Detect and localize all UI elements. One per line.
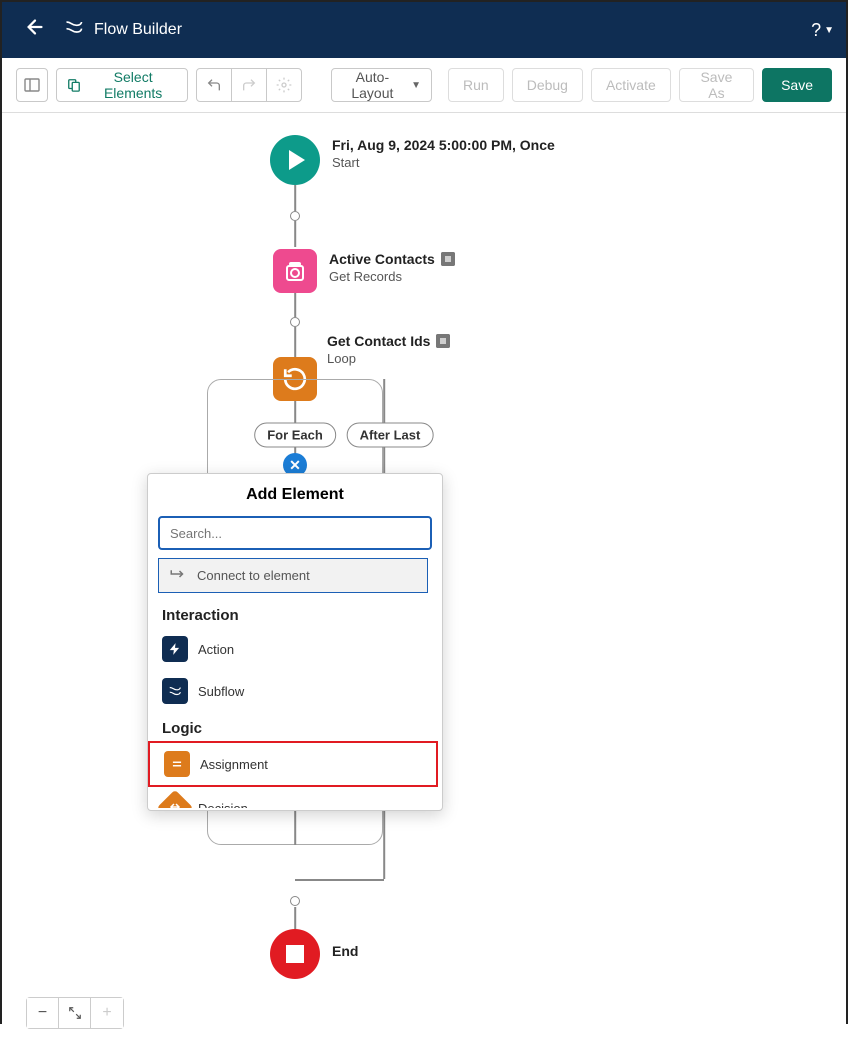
flow-logo-icon xyxy=(64,17,84,43)
category-interaction: Interaction xyxy=(148,599,438,628)
redo-icon xyxy=(241,77,257,93)
loop-title: Get Contact Ids xyxy=(327,333,430,349)
settings-button[interactable] xyxy=(266,68,302,102)
end-node-title: End xyxy=(332,943,358,959)
detail-icon[interactable] xyxy=(441,252,455,266)
chevron-down-icon: ▼ xyxy=(411,80,421,91)
save-button[interactable]: Save xyxy=(762,68,832,102)
assignment-icon xyxy=(164,751,190,777)
start-node-title: Fri, Aug 9, 2024 5:00:00 PM, Once xyxy=(332,137,555,153)
arrow-right-icon xyxy=(169,567,187,584)
copy-icon xyxy=(67,77,81,93)
popover-title: Add Element xyxy=(148,486,442,504)
gear-icon xyxy=(276,77,292,93)
flow-canvas[interactable]: Fri, Aug 9, 2024 5:00:00 PM, Once Start … xyxy=(2,113,846,1053)
connector-dot[interactable] xyxy=(290,317,300,327)
help-button[interactable]: ? ▼ xyxy=(811,20,834,41)
element-assignment[interactable]: Assignment xyxy=(148,741,438,787)
connector-dot[interactable] xyxy=(290,896,300,906)
chevron-down-icon: ▼ xyxy=(824,25,834,36)
redo-button[interactable] xyxy=(231,68,267,102)
detail-icon[interactable] xyxy=(436,334,450,348)
activate-button[interactable]: Activate xyxy=(591,68,671,102)
debug-button[interactable]: Debug xyxy=(512,68,583,102)
toggle-panel-button[interactable] xyxy=(16,68,48,102)
connector-dot[interactable] xyxy=(290,211,300,221)
run-button[interactable]: Run xyxy=(448,68,504,102)
auto-layout-dropdown[interactable]: Auto-Layout ▼ xyxy=(331,68,432,102)
fit-icon xyxy=(68,1006,82,1020)
start-node-subtitle: Start xyxy=(332,155,555,170)
get-records-subtitle: Get Records xyxy=(329,269,455,284)
panel-icon xyxy=(24,77,40,93)
decision-icon xyxy=(157,790,194,808)
undo-icon xyxy=(206,77,222,93)
app-logo: Flow Builder xyxy=(64,17,182,43)
for-each-pill[interactable]: For Each xyxy=(254,423,336,448)
element-decision[interactable]: Decision xyxy=(148,787,438,808)
undo-button[interactable] xyxy=(196,68,232,102)
end-node-icon[interactable] xyxy=(270,929,320,979)
app-title: Flow Builder xyxy=(94,21,182,39)
zoom-controls: − + xyxy=(26,997,124,1029)
element-subflow[interactable]: Subflow xyxy=(148,670,438,712)
action-icon xyxy=(162,636,188,662)
connect-to-element-item[interactable]: Connect to element xyxy=(158,558,428,593)
save-as-button[interactable]: Save As xyxy=(679,68,754,102)
loop-subtitle: Loop xyxy=(327,351,450,366)
element-action[interactable]: Action xyxy=(148,628,438,670)
start-node-icon[interactable] xyxy=(270,135,320,185)
search-input[interactable] xyxy=(158,516,432,550)
category-logic: Logic xyxy=(148,712,438,741)
select-elements-button[interactable]: Select Elements xyxy=(56,68,188,102)
add-element-popover: Add Element Connect to element Interacti… xyxy=(147,473,443,811)
get-records-node-icon[interactable] xyxy=(273,249,317,293)
subflow-icon xyxy=(162,678,188,704)
get-records-title: Active Contacts xyxy=(329,251,435,267)
after-last-pill[interactable]: After Last xyxy=(347,423,434,448)
back-button[interactable] xyxy=(14,10,56,50)
